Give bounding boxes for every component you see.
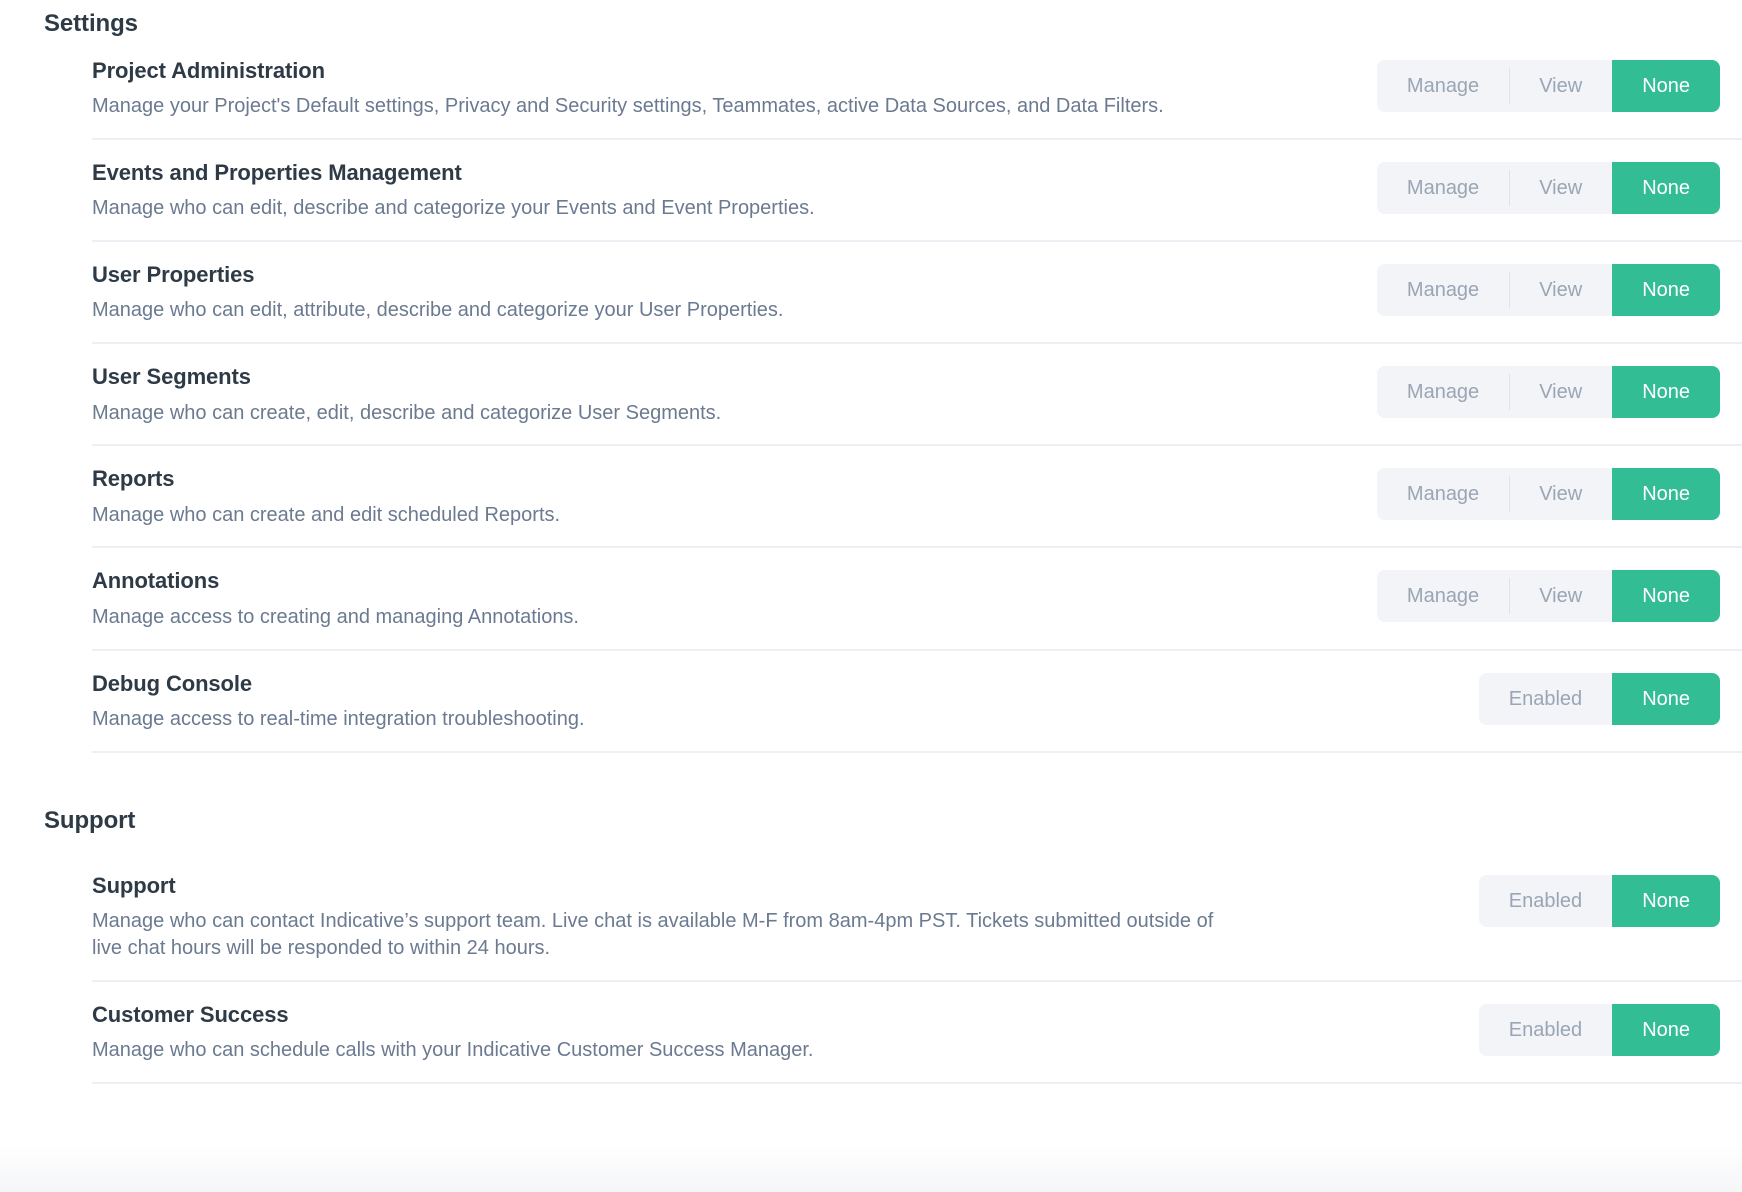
row-text: Customer Success Manage who can schedule… bbox=[92, 982, 1266, 1082]
row-description: Manage who can create and edit scheduled… bbox=[92, 503, 561, 526]
settings-row-project-administration: Project Administration Manage your Proje… bbox=[92, 38, 1742, 141]
settings-row-annotations: Annotations Manage access to creating an… bbox=[92, 548, 1742, 651]
row-text: Events and Properties Management Manage … bbox=[92, 140, 1266, 240]
row-title: Project Administration bbox=[92, 58, 325, 83]
permission-option-manage[interactable]: Manage bbox=[1376, 264, 1510, 317]
settings-row-user-segments: User Segments Manage who can create, edi… bbox=[92, 344, 1742, 447]
permission-segmented-control[interactable]: Enabled None bbox=[1478, 874, 1720, 927]
permission-option-none[interactable]: None bbox=[1612, 60, 1720, 112]
row-text: Annotations Manage access to creating an… bbox=[92, 548, 1266, 648]
settings-row-reports: Reports Manage who can create and edit s… bbox=[92, 446, 1742, 549]
row-title: Support bbox=[92, 872, 176, 898]
permission-option-view[interactable]: View bbox=[1509, 162, 1613, 215]
permission-option-none[interactable]: None bbox=[1612, 672, 1720, 725]
support-row-customer-success: Customer Success Manage who can schedule… bbox=[92, 982, 1742, 1084]
permission-segmented-control[interactable]: Enabled None bbox=[1478, 1003, 1720, 1056]
row-text: User Segments Manage who can create, edi… bbox=[92, 344, 1266, 444]
permission-option-enabled[interactable]: Enabled bbox=[1478, 874, 1613, 927]
row-text: Support Manage who can contact Indicativ… bbox=[92, 853, 1266, 980]
permission-segmented-control[interactable]: Manage View None bbox=[1376, 264, 1720, 317]
row-title: Debug Console bbox=[92, 670, 253, 696]
support-row-support: Support Manage who can contact Indicativ… bbox=[92, 853, 1742, 982]
permission-option-manage[interactable]: Manage bbox=[1376, 570, 1510, 623]
row-title: User Segments bbox=[92, 364, 251, 390]
permission-segmented-control[interactable]: Manage View None bbox=[1376, 366, 1720, 419]
row-title: Customer Success bbox=[92, 1001, 289, 1027]
row-description: Manage access to creating and managing A… bbox=[92, 605, 579, 628]
section-rows-settings: Project Administration Manage your Proje… bbox=[0, 38, 1742, 753]
permissions-settings-page: Settings Project Administration Manage y… bbox=[0, 0, 1742, 1192]
row-title: Annotations bbox=[92, 568, 220, 594]
permission-option-none[interactable]: None bbox=[1612, 366, 1720, 419]
permission-segmented-control[interactable]: Enabled None bbox=[1478, 672, 1720, 725]
permission-option-view[interactable]: View bbox=[1509, 366, 1613, 419]
row-text: User Properties Manage who can edit, att… bbox=[92, 242, 1266, 342]
heading-gap bbox=[0, 835, 1742, 853]
permission-option-manage[interactable]: Manage bbox=[1376, 468, 1510, 521]
row-text: Reports Manage who can create and edit s… bbox=[92, 446, 1266, 546]
permission-option-none[interactable]: None bbox=[1612, 570, 1720, 623]
row-description: Manage who can edit, attribute, describe… bbox=[92, 299, 784, 322]
permission-segmented-control[interactable]: Manage View None bbox=[1376, 570, 1720, 623]
permission-option-enabled[interactable]: Enabled bbox=[1478, 1003, 1613, 1056]
permission-segmented-control[interactable]: Manage View None bbox=[1376, 60, 1720, 112]
section-rows-support: Support Manage who can contact Indicativ… bbox=[0, 853, 1742, 1084]
permission-option-enabled[interactable]: Enabled bbox=[1478, 672, 1613, 725]
permission-option-none[interactable]: None bbox=[1612, 874, 1720, 927]
permission-option-none[interactable]: None bbox=[1612, 264, 1720, 317]
section-heading-support: Support bbox=[44, 806, 136, 834]
permission-option-manage[interactable]: Manage bbox=[1376, 162, 1510, 215]
permission-option-none[interactable]: None bbox=[1612, 162, 1720, 215]
permission-option-view[interactable]: View bbox=[1509, 264, 1613, 317]
row-description: Manage who can create, edit, describe an… bbox=[92, 401, 722, 424]
row-description: Manage access to real-time integration t… bbox=[92, 707, 585, 730]
row-title: User Properties bbox=[92, 262, 255, 288]
row-description: Manage who can schedule calls with your … bbox=[92, 1038, 814, 1061]
settings-row-debug-console: Debug Console Manage access to real-time… bbox=[92, 651, 1742, 753]
row-title: Events and Properties Management bbox=[92, 160, 462, 186]
row-description: Manage who can edit, describe and catego… bbox=[92, 197, 815, 220]
row-text: Project Administration Manage your Proje… bbox=[92, 38, 1266, 138]
permission-segmented-control[interactable]: Manage View None bbox=[1376, 162, 1720, 215]
permission-segmented-control[interactable]: Manage View None bbox=[1376, 468, 1720, 521]
permission-option-manage[interactable]: Manage bbox=[1376, 366, 1510, 419]
row-text: Debug Console Manage access to real-time… bbox=[92, 651, 1266, 751]
permission-option-view[interactable]: View bbox=[1509, 60, 1613, 112]
settings-row-events-and-properties-management: Events and Properties Management Manage … bbox=[92, 140, 1742, 243]
row-title: Reports bbox=[92, 466, 175, 492]
section-heading-settings: Settings bbox=[44, 10, 138, 37]
permission-option-manage[interactable]: Manage bbox=[1376, 60, 1510, 112]
permission-option-view[interactable]: View bbox=[1509, 570, 1613, 623]
permission-option-view[interactable]: View bbox=[1509, 468, 1613, 521]
row-description: Manage who can contact Indicative’s supp… bbox=[92, 909, 1214, 959]
permission-option-none[interactable]: None bbox=[1612, 1003, 1720, 1056]
permission-option-none[interactable]: None bbox=[1612, 468, 1720, 521]
page-bottom-fade bbox=[0, 1146, 1742, 1192]
row-description: Manage your Project's Default settings, … bbox=[92, 95, 1164, 118]
settings-row-user-properties: User Properties Manage who can edit, att… bbox=[92, 242, 1742, 345]
